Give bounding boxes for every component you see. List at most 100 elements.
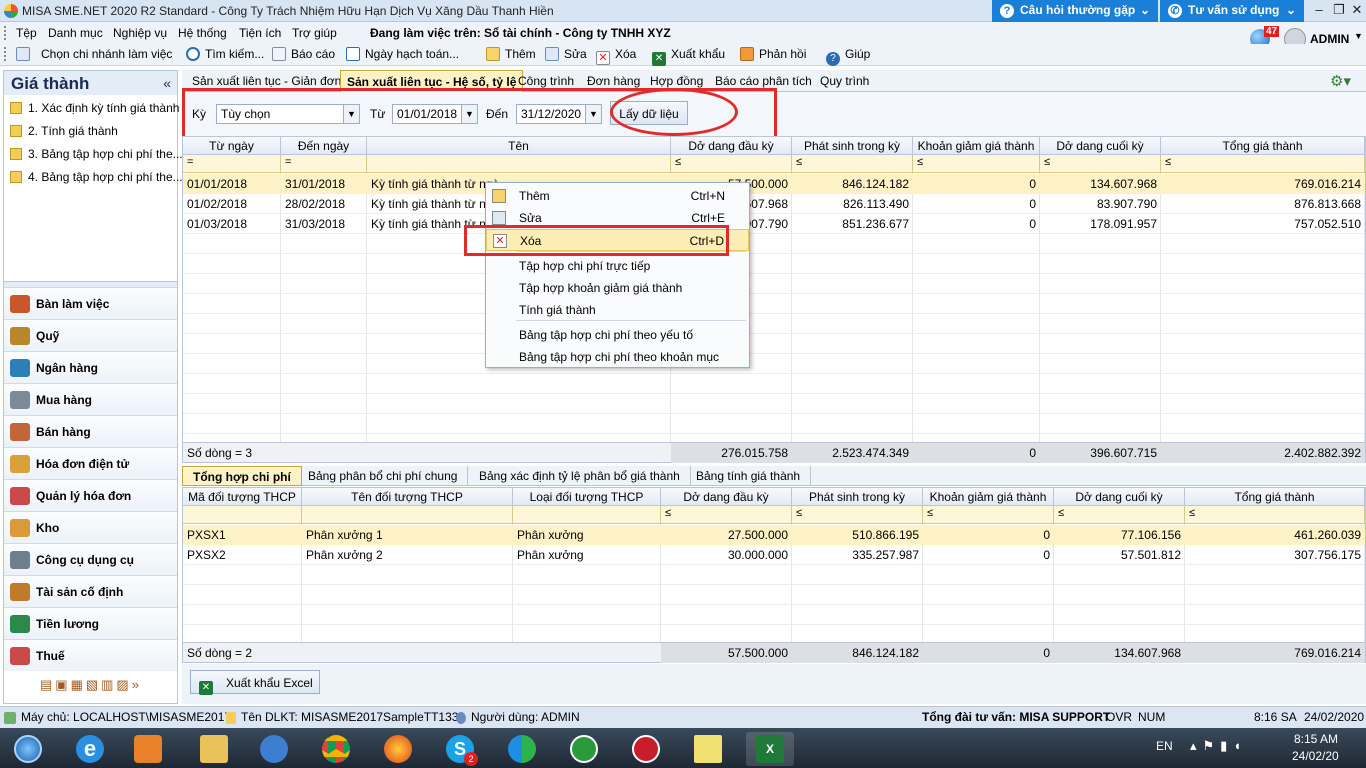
context-menu-item[interactable]: Tính giá thành bbox=[486, 299, 749, 321]
filter-cell[interactable]: ≤ bbox=[792, 155, 913, 173]
minimize-button[interactable]: – bbox=[1308, 2, 1330, 20]
module-7[interactable]: Kho bbox=[4, 511, 177, 543]
module-4[interactable]: Bán hàng bbox=[4, 415, 177, 447]
taskbar-sticky-notes[interactable] bbox=[684, 732, 732, 766]
tab-process[interactable]: Quy trình bbox=[820, 74, 869, 88]
start-button[interactable] bbox=[4, 732, 52, 766]
filter-cell[interactable] bbox=[513, 506, 661, 524]
tab-cost-summary[interactable]: Tổng hợp chi phí bbox=[182, 466, 302, 486]
taskbar-firefox[interactable] bbox=[374, 732, 422, 766]
table-row[interactable]: PXSX1 Phân xưởng 1 Phân xưởng 27.500.000 510… bbox=[183, 525, 1365, 545]
taskbar-excel[interactable]: X bbox=[746, 732, 794, 766]
table-row[interactable]: PXSX2 Phân xưởng 2 Phân xưởng 30.000.000 335… bbox=[183, 545, 1365, 565]
filter-cell[interactable]: = bbox=[183, 155, 281, 173]
taskbar-skype[interactable]: S2 bbox=[436, 732, 484, 766]
column-header[interactable]: Từ ngày bbox=[183, 137, 281, 155]
collapse-icon[interactable]: « bbox=[163, 75, 171, 91]
taskbar-coccoc[interactable] bbox=[498, 732, 546, 766]
filter-cell[interactable] bbox=[367, 155, 671, 173]
filter-cell[interactable]: ≤ bbox=[1040, 155, 1161, 173]
column-header[interactable]: Đến ngày bbox=[281, 137, 367, 155]
feedback-button[interactable]: Phản hồi bbox=[740, 47, 806, 61]
filter-cell[interactable]: ≤ bbox=[1185, 506, 1365, 524]
report-button[interactable]: Báo cáo bbox=[272, 47, 335, 61]
menu-system[interactable]: Hệ thống bbox=[178, 26, 227, 40]
filter-cell[interactable]: ≤ bbox=[792, 506, 923, 524]
module-overflow-icons[interactable]: ▤▣▦▧▥▨» bbox=[40, 677, 170, 695]
module-3[interactable]: Mua hàng bbox=[4, 383, 177, 415]
module-9[interactable]: Tài sản cố định bbox=[4, 575, 177, 607]
taskbar-app-green[interactable] bbox=[560, 732, 608, 766]
filter-cell[interactable]: = bbox=[281, 155, 367, 173]
column-header[interactable]: Tên đối tượng THCP bbox=[302, 488, 513, 506]
tab-allocation-ratio[interactable]: Bảng xác định tỷ lệ phân bổ giá thành bbox=[469, 466, 691, 486]
context-menu-item[interactable]: Tập hợp khoản giảm giá thành bbox=[486, 277, 749, 299]
tab-cost-calculation[interactable]: Bảng tính giá thành bbox=[686, 466, 812, 486]
menu-file[interactable]: Tệp bbox=[16, 26, 37, 40]
chevron-down-icon[interactable]: ▼ bbox=[1354, 31, 1363, 41]
module-1[interactable]: Quỹ bbox=[4, 319, 177, 351]
posting-date-button[interactable]: Ngày hạch toán... bbox=[346, 47, 459, 61]
tree-item-cost-summary-factor[interactable]: 3. Bảng tập hợp chi phí the... bbox=[10, 147, 183, 161]
edit-button[interactable]: Sửa bbox=[545, 47, 587, 61]
taskbar-media[interactable] bbox=[124, 732, 172, 766]
export-excel-button[interactable]: ✕ Xuất khẩu Excel bbox=[190, 670, 320, 695]
filter-cell[interactable]: ≤ bbox=[1161, 155, 1365, 173]
consult-button[interactable]: ✆ Tư vấn sử dụng ⌄ bbox=[1160, 0, 1304, 22]
column-header[interactable]: Dở dang cuối kỳ bbox=[1040, 137, 1161, 155]
table-row[interactable]: 01/02/2018 28/02/2018 Kỳ tính giá thành từ… bbox=[183, 194, 1365, 214]
filter-cell[interactable]: ≤ bbox=[913, 155, 1040, 173]
column-header[interactable]: Dở dang đầu kỳ bbox=[671, 137, 792, 155]
column-header[interactable]: Phát sinh trong kỳ bbox=[792, 137, 913, 155]
menu-catalog[interactable]: Danh mục bbox=[48, 26, 103, 40]
column-header[interactable]: Loại đối tượng THCP bbox=[513, 488, 661, 506]
context-menu-item[interactable]: Thêm Ctrl+N bbox=[486, 185, 749, 207]
tab-analysis-report[interactable]: Báo cáo phân tích bbox=[715, 74, 812, 88]
column-header[interactable]: Khoản giảm giá thành bbox=[913, 137, 1040, 155]
filter-cell[interactable]: ≤ bbox=[671, 155, 792, 173]
module-5[interactable]: Hóa đơn điện tử bbox=[4, 447, 177, 479]
tab-contract[interactable]: Hợp đồng bbox=[650, 74, 703, 88]
taskbar-explorer[interactable] bbox=[190, 732, 238, 766]
context-menu-item[interactable]: Bảng tập hợp chi phí theo khoản mục bbox=[486, 346, 749, 368]
delete-button[interactable]: ✕ Xóa bbox=[596, 47, 636, 65]
module-0[interactable]: Bàn làm việc bbox=[4, 287, 177, 319]
column-header[interactable]: Dở dang cuối kỳ bbox=[1054, 488, 1185, 506]
column-header[interactable]: Dở dang đầu kỳ bbox=[661, 488, 792, 506]
tree-item-calculate-cost[interactable]: 2. Tính giá thành bbox=[10, 124, 118, 138]
tree-item-cost-summary-item[interactable]: 4. Bảng tập hợp chi phí the... bbox=[10, 170, 183, 184]
taskbar-teamviewer[interactable] bbox=[250, 732, 298, 766]
module-11[interactable]: Thuế bbox=[4, 639, 177, 671]
column-header[interactable]: Khoản giảm giá thành bbox=[923, 488, 1054, 506]
faq-button[interactable]: ? Câu hỏi thường gặp ⌄ bbox=[992, 0, 1158, 22]
context-menu-item[interactable]: Tập hợp chi phí trực tiếp bbox=[486, 255, 749, 277]
filter-cell[interactable] bbox=[302, 506, 513, 524]
filter-cell[interactable]: ≤ bbox=[1054, 506, 1185, 524]
taskbar-chrome[interactable] bbox=[312, 732, 360, 766]
context-menu-item[interactable]: Bảng tập hợp chi phí theo yếu tố bbox=[486, 324, 749, 346]
taskbar-app-red[interactable] bbox=[622, 732, 670, 766]
tab-order[interactable]: Đơn hàng bbox=[587, 74, 640, 88]
tree-item-define-period[interactable]: 1. Xác định kỳ tính giá thành bbox=[10, 101, 179, 115]
module-10[interactable]: Tiền lương bbox=[4, 607, 177, 639]
column-header[interactable]: Mã đối tượng THCP bbox=[183, 488, 302, 506]
filter-cell[interactable] bbox=[183, 506, 302, 524]
taskbar-date[interactable]: 24/02/20 bbox=[1292, 749, 1339, 763]
close-button[interactable]: ✕ bbox=[1346, 2, 1366, 20]
column-header[interactable]: Phát sinh trong kỳ bbox=[792, 488, 923, 506]
column-header[interactable]: Tên bbox=[367, 137, 671, 155]
module-6[interactable]: Quản lý hóa đơn bbox=[4, 479, 177, 511]
settings-gear-icon[interactable]: ⚙▾ bbox=[1330, 72, 1351, 90]
menu-utilities[interactable]: Tiện ích bbox=[239, 26, 281, 40]
export-button[interactable]: ✕ Xuất khẩu bbox=[652, 47, 725, 66]
table-row[interactable]: 01/01/2018 31/01/2018 Kỳ tính giá thành từ… bbox=[183, 174, 1365, 194]
search-button[interactable]: Tìm kiếm... bbox=[186, 47, 264, 61]
add-button[interactable]: Thêm bbox=[486, 47, 536, 61]
filter-cell[interactable]: ≤ bbox=[661, 506, 792, 524]
menu-operations[interactable]: Nghiệp vụ bbox=[113, 26, 167, 40]
filter-cell[interactable]: ≤ bbox=[923, 506, 1054, 524]
tab-common-cost-allocation[interactable]: Bảng phân bổ chi phí chung bbox=[298, 466, 469, 486]
tray-icons[interactable]: ▴⚑▮◖ bbox=[1190, 738, 1247, 754]
taskbar-ie[interactable]: e bbox=[66, 732, 114, 766]
menu-help[interactable]: Trợ giúp bbox=[292, 26, 337, 40]
